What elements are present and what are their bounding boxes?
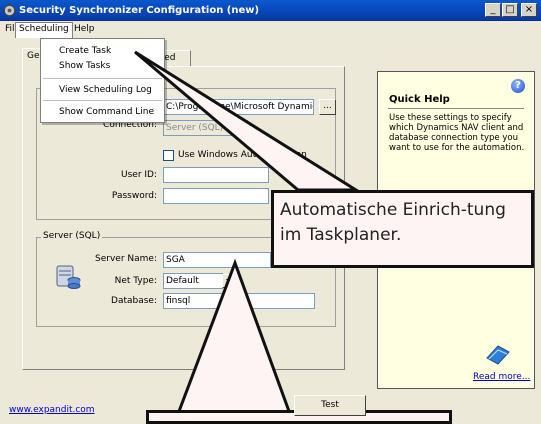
window-title: Security Synchronizer Configuration (new… (19, 5, 260, 16)
menu-item-show-tasks[interactable]: Show Tasks (59, 61, 110, 71)
annotation-callout: Automatische Einrich-tung im Taskplaner. (271, 190, 534, 268)
net-type-label: Net Type: (114, 276, 157, 286)
database-field[interactable]: finsql (163, 293, 315, 309)
read-more-link[interactable]: Read more... (473, 372, 530, 382)
minimize-button[interactable]: _ (485, 3, 501, 17)
expandit-link[interactable]: www.expandit.com (9, 405, 95, 415)
menu-help[interactable]: Help (71, 23, 98, 36)
callout-text: Automatische Einrich-tung im Taskplaner. (280, 200, 506, 245)
chevron-down-icon (226, 279, 232, 283)
close-button[interactable]: × (521, 3, 537, 17)
help-icon[interactable]: ? (511, 79, 525, 93)
menu-separator (43, 78, 162, 79)
book-icon (486, 345, 510, 365)
test-button[interactable]: Test (294, 395, 366, 416)
database-server-icon (56, 265, 81, 289)
connection-select[interactable]: Server (SQL) (163, 120, 248, 136)
password-label: Password: (111, 191, 157, 201)
menu-item-view-scheduling-log[interactable]: View Scheduling Log (59, 85, 152, 95)
user-id-label: User ID: (121, 170, 157, 180)
net-type-select[interactable]: Default (163, 273, 223, 289)
database-label: Database: (111, 296, 157, 306)
quick-help-divider (388, 108, 524, 109)
server-name-label: Server Name: (95, 254, 157, 264)
server-sql-group-label: Server (SQL) (41, 231, 103, 241)
menu-scheduling[interactable]: Scheduling (15, 22, 73, 38)
gear-icon (2, 3, 17, 18)
maximize-button[interactable]: □ (502, 3, 518, 17)
user-id-field[interactable] (163, 167, 269, 183)
browse-button[interactable]: ... (319, 99, 336, 115)
minimize-icon: _ (490, 4, 496, 15)
client-path-field[interactable]: C:\Programme\Microsoft Dynamics (163, 99, 314, 115)
window-controls: _ □ × (485, 3, 537, 17)
quick-help-title: Quick Help (389, 94, 450, 105)
server-name-field[interactable]: SGA (163, 252, 271, 268)
menu-item-create-task[interactable]: Create Task (59, 46, 111, 56)
menu-separator (43, 100, 162, 101)
close-icon: × (524, 4, 534, 15)
net-type-dropdown-button[interactable] (222, 274, 236, 288)
password-field[interactable] (163, 188, 269, 204)
maximize-icon: □ (505, 4, 515, 15)
title-bar: Security Synchronizer Configuration (new… (0, 0, 541, 21)
quick-help-body: Use these settings to specify which Dyna… (389, 113, 525, 153)
windows-auth-checkbox[interactable] (163, 150, 174, 161)
menu-bar: File Scheduling Help (0, 21, 541, 38)
menu-item-show-command-line[interactable]: Show Command Line (59, 107, 154, 117)
windows-auth-label: Use Windows Authentication (178, 150, 307, 160)
scheduling-menu: Create Task Show Tasks View Scheduling L… (40, 38, 165, 123)
